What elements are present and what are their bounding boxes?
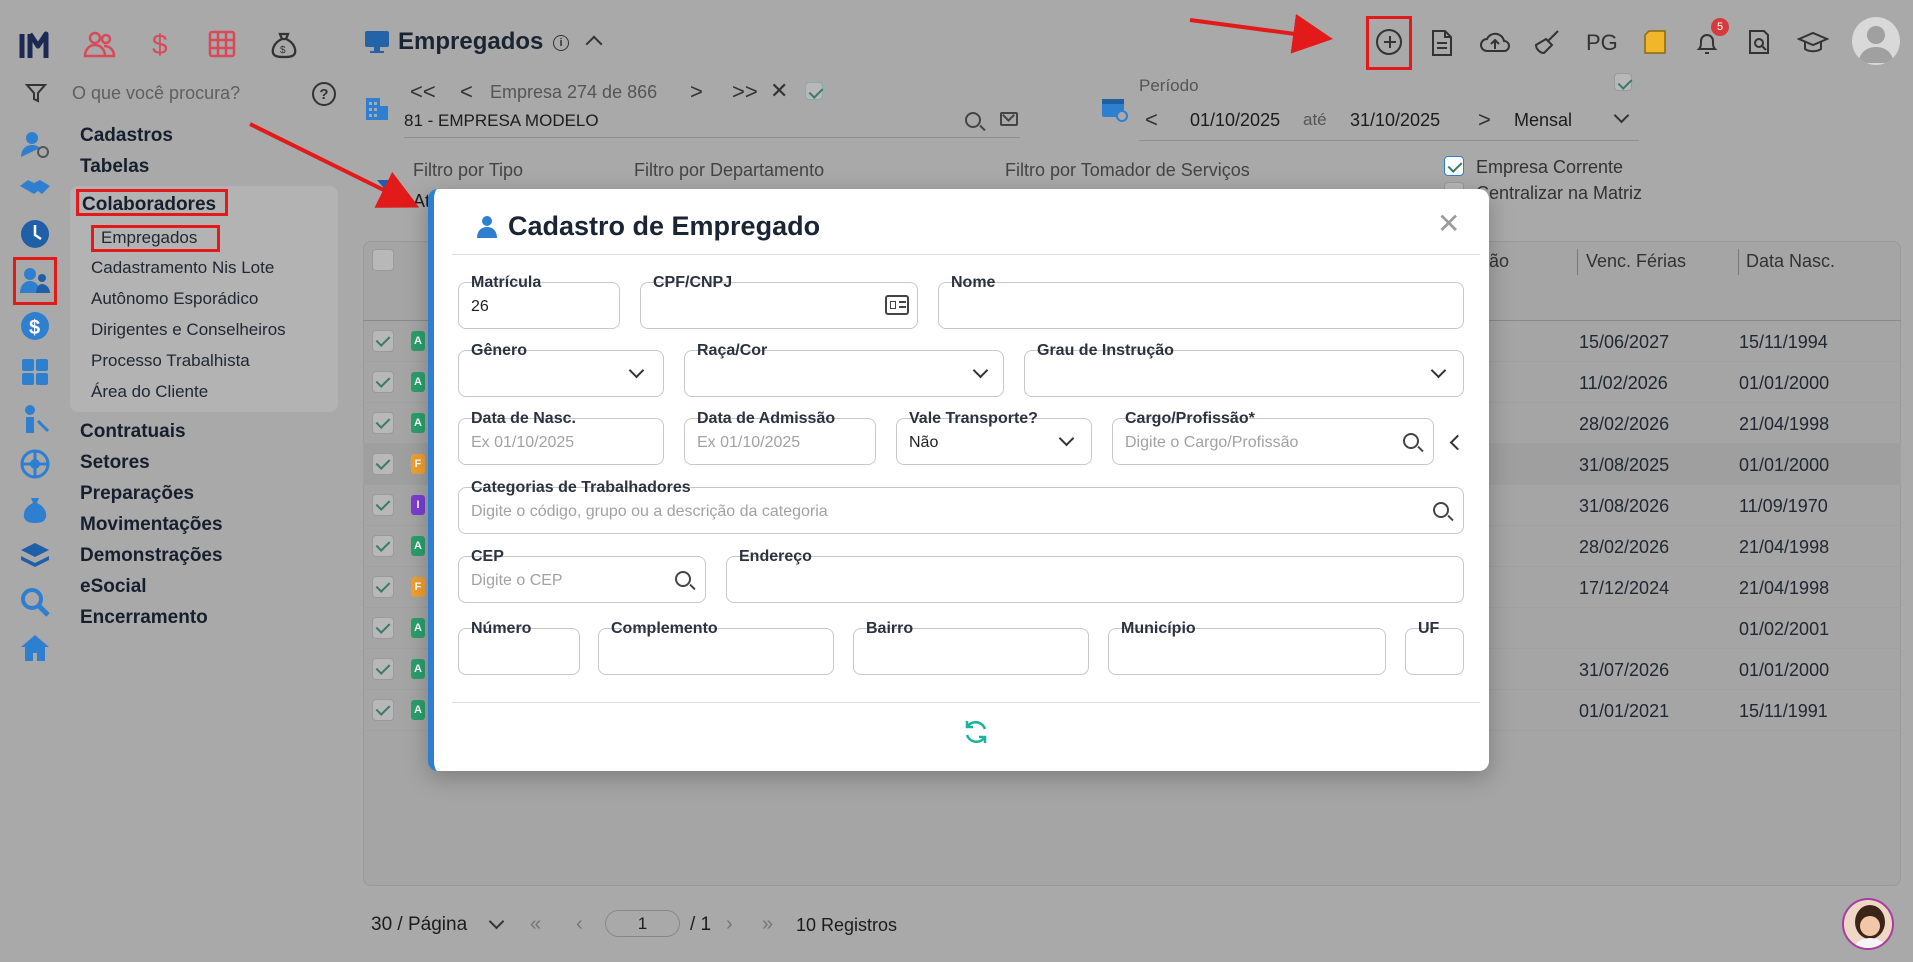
- nasc-field[interactable]: Data de Nasc. Ex 01/10/2025: [458, 410, 664, 465]
- person-icon: [476, 215, 498, 239]
- genero-select[interactable]: Gênero: [458, 342, 664, 397]
- uf-field[interactable]: UF: [1405, 620, 1464, 675]
- cpf-field[interactable]: CPF/CNPJ: [640, 274, 918, 329]
- close-dialog-icon[interactable]: ✕: [1437, 207, 1460, 240]
- admissao-field[interactable]: Data de Admissão Ex 01/10/2025: [684, 410, 876, 465]
- search-icon[interactable]: [1403, 433, 1419, 449]
- matricula-value: 26: [471, 298, 489, 315]
- id-card-icon[interactable]: [885, 295, 909, 315]
- dialog-title: Cadastro de Empregado: [508, 211, 821, 241]
- title-divider: [452, 254, 1480, 255]
- chevron-down-icon: [972, 362, 989, 379]
- cargo-field[interactable]: Cargo/Profissão* Digite o Cargo/Profissã…: [1112, 410, 1434, 465]
- chevron-left-icon[interactable]: [1449, 434, 1466, 451]
- vale-transporte-select[interactable]: Vale Transporte? Não: [896, 410, 1092, 465]
- search-icon[interactable]: [675, 571, 691, 587]
- refresh-icon[interactable]: [962, 718, 990, 746]
- search-icon[interactable]: [1433, 502, 1449, 518]
- complemento-field[interactable]: Complemento: [598, 620, 834, 675]
- bairro-field[interactable]: Bairro: [853, 620, 1089, 675]
- raca-select[interactable]: Raça/Cor: [684, 342, 1004, 397]
- numero-field[interactable]: Número: [458, 620, 580, 675]
- footer-divider: [452, 702, 1480, 703]
- cep-field[interactable]: CEP Digite o CEP: [458, 548, 706, 603]
- nome-field[interactable]: Nome: [938, 274, 1464, 329]
- matricula-field[interactable]: Matrícula 26: [458, 274, 620, 329]
- chevron-down-icon: [628, 362, 645, 379]
- chevron-down-icon: [1058, 430, 1075, 447]
- employee-dialog: Cadastro de Empregado ✕ Matrícula 26 CPF…: [428, 189, 1489, 771]
- chevron-down-icon: [1430, 362, 1447, 379]
- municipio-field[interactable]: Município: [1108, 620, 1386, 675]
- categorias-field[interactable]: Categorias de Trabalhadores Digite o cód…: [458, 479, 1464, 534]
- grau-select[interactable]: Grau de Instrução: [1024, 342, 1464, 397]
- endereco-field[interactable]: Endereço: [726, 548, 1464, 603]
